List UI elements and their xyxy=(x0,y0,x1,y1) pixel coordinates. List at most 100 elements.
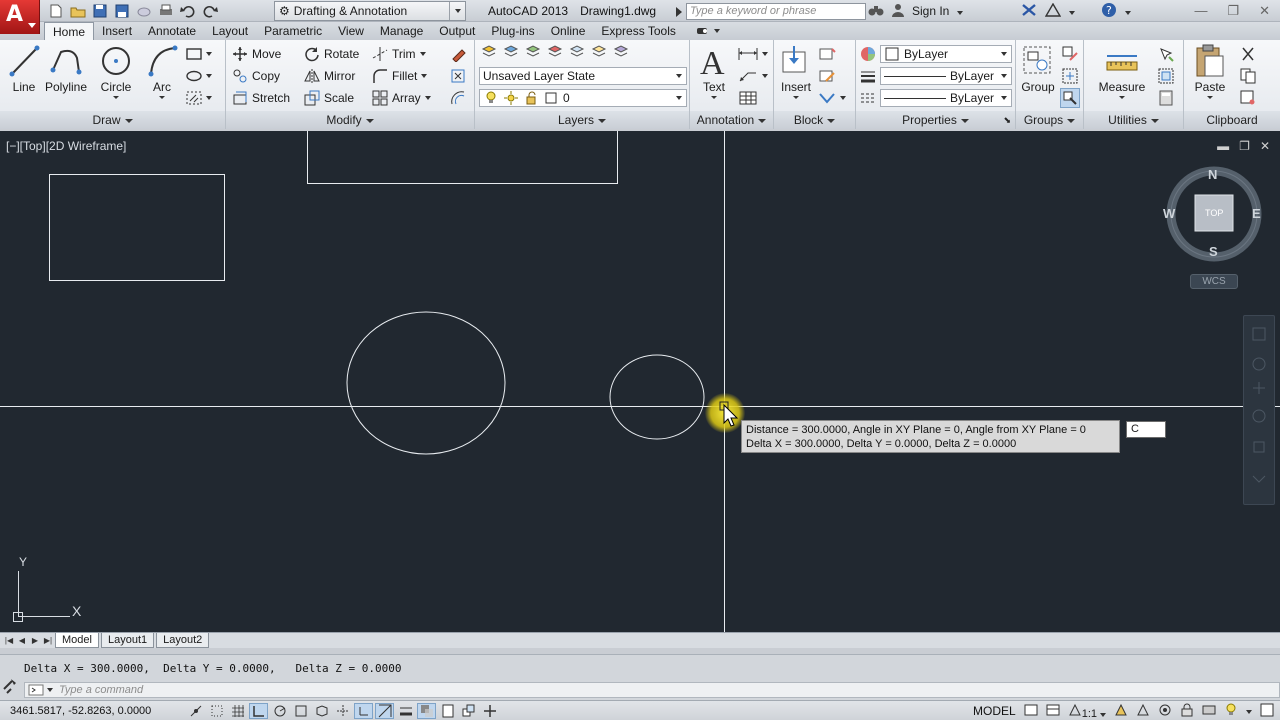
calculator-button[interactable] xyxy=(1158,88,1174,108)
layer-match-icon[interactable] xyxy=(547,44,563,60)
viewport-controls-label[interactable]: [−][Top][2D Wireframe] xyxy=(6,139,126,153)
annotation-scale[interactable]: 1:1 xyxy=(1068,703,1106,720)
select-all-button[interactable] xyxy=(1158,66,1174,86)
polar-tracking-icon[interactable] xyxy=(270,703,289,719)
dynamic-input-field[interactable]: C xyxy=(1126,421,1166,438)
copy-with-base-point-button[interactable] xyxy=(1240,88,1256,108)
search-expand-icon[interactable] xyxy=(673,3,685,20)
tab-view[interactable]: View xyxy=(330,22,372,40)
tab-parametric[interactable]: Parametric xyxy=(256,22,330,40)
polyline-button[interactable]: Polyline xyxy=(40,44,92,94)
tab-model[interactable]: Model xyxy=(55,633,99,648)
mirror-button[interactable]: Mirror xyxy=(304,66,355,86)
auto-scale-icon[interactable] xyxy=(1136,703,1150,720)
plot-icon[interactable] xyxy=(156,2,176,20)
workspace-dropdown[interactable]: ⚙ Drafting & Annotation xyxy=(274,1,466,21)
copy-clip-button[interactable] xyxy=(1240,66,1256,86)
draw-panel-title[interactable]: Draw xyxy=(0,111,225,129)
dynamic-input-icon[interactable] xyxy=(375,702,394,719)
object-snap-tracking-icon[interactable] xyxy=(333,703,352,719)
application-menu-button[interactable]: A xyxy=(0,0,40,34)
clipboard-panel-title[interactable]: Clipboard xyxy=(1184,111,1280,129)
layer-walk-icon[interactable] xyxy=(613,44,629,60)
lock-ui-icon[interactable] xyxy=(1180,703,1194,720)
autodesk-360-dropdown-icon[interactable] xyxy=(1069,4,1076,18)
new-file-icon[interactable] xyxy=(46,2,66,20)
stretch-button[interactable]: Stretch xyxy=(232,88,290,108)
insert-block-button[interactable]: Insert xyxy=(770,44,822,99)
attributes-button[interactable] xyxy=(818,88,846,108)
cloud-icon[interactable] xyxy=(134,2,154,20)
autodesk-360-icon[interactable] xyxy=(1045,2,1062,20)
measure-button[interactable]: Measure xyxy=(1096,44,1148,99)
user-icon[interactable] xyxy=(892,3,904,20)
annotation-visibility-icon[interactable] xyxy=(1114,703,1128,720)
tab-layout[interactable]: Layout xyxy=(204,22,256,40)
drawing-canvas[interactable] xyxy=(0,131,1280,632)
utilities-panel-title[interactable]: Utilities xyxy=(1084,111,1183,129)
grid-display-icon[interactable] xyxy=(228,703,247,719)
sign-in-button[interactable]: Sign In xyxy=(912,4,949,18)
explode-button[interactable] xyxy=(450,66,466,86)
ortho-mode-icon[interactable] xyxy=(249,702,268,719)
binoculars-icon[interactable] xyxy=(868,3,884,20)
erase-button[interactable] xyxy=(450,44,466,64)
lineweight-dropdown[interactable]: ByLayer xyxy=(880,67,1012,85)
layer-freeze-icon[interactable] xyxy=(569,44,585,60)
scale-button[interactable]: Scale xyxy=(304,88,354,108)
save-as-icon[interactable] xyxy=(112,2,132,20)
transparency-icon[interactable] xyxy=(417,702,436,719)
quick-properties-icon[interactable] xyxy=(438,703,457,719)
tab-insert[interactable]: Insert xyxy=(94,22,140,40)
redo-icon[interactable] xyxy=(200,2,220,20)
layer-dropdown[interactable]: 0 xyxy=(479,89,687,107)
trim-button[interactable]: Trim xyxy=(372,44,426,64)
cut-button[interactable] xyxy=(1240,44,1256,64)
quick-select-button[interactable] xyxy=(1158,44,1174,64)
tab-online[interactable]: Online xyxy=(543,22,594,40)
annotation-panel-title[interactable]: Annotation xyxy=(690,111,773,129)
help-dropdown-icon[interactable] xyxy=(1125,4,1132,18)
layer-lock-icon[interactable] xyxy=(591,44,607,60)
rotate-button[interactable]: Rotate xyxy=(304,44,359,64)
circle-button[interactable]: Circle xyxy=(90,44,142,99)
tab-annotate[interactable]: Annotate xyxy=(140,22,204,40)
hardware-acceleration-icon[interactable] xyxy=(1202,703,1216,720)
tab-layout2[interactable]: Layout2 xyxy=(156,633,210,648)
leader-button[interactable] xyxy=(738,66,768,86)
navigation-bar[interactable] xyxy=(1243,315,1275,505)
layer-state-dropdown[interactable]: Unsaved Layer State xyxy=(479,67,687,85)
3d-object-snap-icon[interactable] xyxy=(312,703,331,719)
drawing-area[interactable]: [−][Top][2D Wireframe] ▬ ❐ ✕ Y X N S E W… xyxy=(0,131,1280,632)
sign-in-dropdown-icon[interactable] xyxy=(957,4,964,18)
minimize-icon[interactable]: — xyxy=(1194,3,1207,19)
command-prompt-icon[interactable] xyxy=(25,684,47,696)
undo-icon[interactable] xyxy=(178,2,198,20)
dynamic-ucs-icon[interactable] xyxy=(354,702,373,719)
quick-view-layouts-icon[interactable] xyxy=(1024,703,1038,720)
compass-north[interactable]: N xyxy=(1208,167,1217,182)
boundary-button[interactable] xyxy=(186,88,212,108)
compass-east[interactable]: E xyxy=(1252,206,1261,221)
compass-south[interactable]: S xyxy=(1209,244,1218,259)
layer-properties-icon[interactable] xyxy=(481,44,497,60)
ungroup-button[interactable] xyxy=(1062,44,1078,64)
last-tab-icon[interactable]: ▶| xyxy=(43,635,53,647)
offset-button[interactable] xyxy=(450,88,466,108)
color-dropdown[interactable]: ByLayer xyxy=(880,45,1012,63)
workspace-switching-icon[interactable] xyxy=(1158,703,1172,720)
tab-plug-ins[interactable]: Plug-ins xyxy=(483,22,542,40)
compass-west[interactable]: W xyxy=(1163,206,1175,221)
clean-screen-icon[interactable] xyxy=(1260,703,1274,720)
properties-dialog-launcher-icon[interactable]: ⬊ xyxy=(1003,111,1011,129)
previous-tab-icon[interactable]: ◀ xyxy=(17,635,27,647)
create-block-button[interactable] xyxy=(818,44,836,64)
command-input[interactable]: Type a command xyxy=(24,682,1280,698)
object-snap-icon[interactable] xyxy=(291,703,310,719)
viewcube[interactable]: N S E W TOP xyxy=(1160,161,1270,291)
block-panel-title[interactable]: Block xyxy=(774,111,855,129)
ribbon-minimize-toggle[interactable] xyxy=(696,22,720,40)
tab-layout1[interactable]: Layout1 xyxy=(100,633,155,648)
infer-constraints-icon[interactable] xyxy=(186,703,205,719)
viewport-minimize-icon[interactable]: ▬ xyxy=(1217,139,1229,153)
